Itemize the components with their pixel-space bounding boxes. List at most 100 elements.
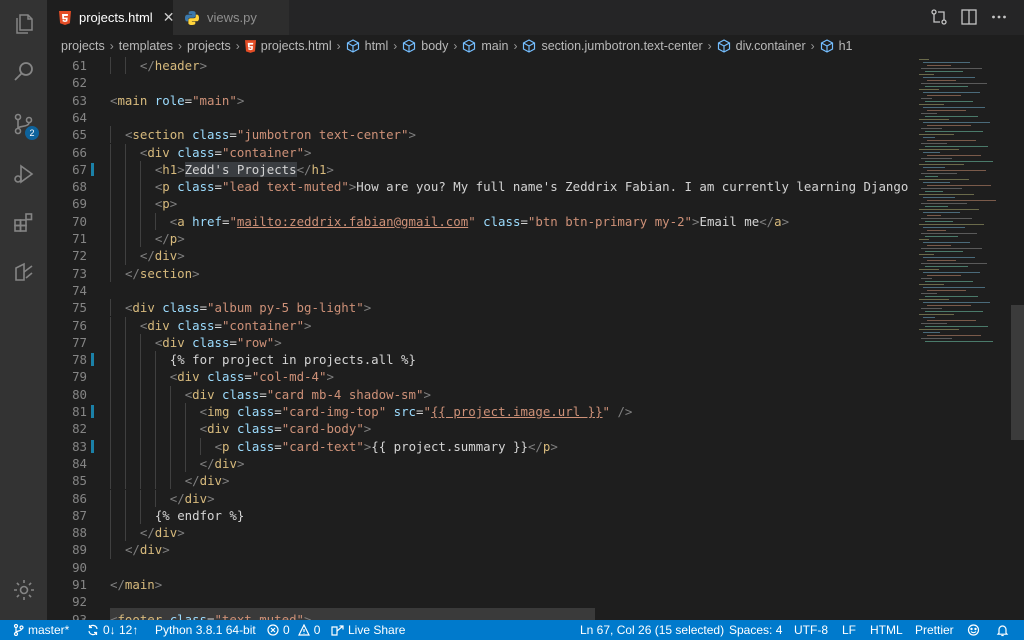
code-token: {% endfor %} bbox=[154, 507, 245, 523]
breadcrumb-item[interactable]: html bbox=[346, 39, 388, 53]
code-token: role bbox=[154, 92, 185, 108]
breadcrumb-item[interactable]: projects bbox=[187, 39, 231, 53]
code-text: </main> bbox=[110, 576, 162, 593]
code-line[interactable]: 73 </section> bbox=[47, 264, 915, 282]
code-line[interactable]: 87 {% endfor %} bbox=[47, 506, 915, 525]
search-icon[interactable] bbox=[0, 48, 47, 96]
tab-projects-html[interactable]: projects.html ✕ bbox=[47, 0, 174, 35]
code-line[interactable]: 80 <div class="card mb-4 shadow-sm"> bbox=[47, 385, 915, 403]
code-text: </div> bbox=[200, 455, 245, 472]
sync-status[interactable]: 0↓ 12↑ bbox=[87, 620, 138, 640]
code-line[interactable]: 66 <div class="container"> bbox=[47, 143, 915, 161]
indentation-status[interactable]: Spaces: 4 bbox=[729, 620, 782, 640]
eol-status[interactable]: LF bbox=[842, 620, 856, 640]
code-line[interactable]: 79 <div class="col-md-4"> bbox=[47, 368, 915, 386]
tab-views-py[interactable]: views.py bbox=[173, 0, 289, 35]
encoding-status[interactable]: UTF-8 bbox=[794, 620, 828, 640]
code-token: > bbox=[177, 525, 185, 541]
code-line[interactable]: 64 bbox=[47, 109, 915, 126]
breadcrumb-item[interactable]: main bbox=[462, 39, 508, 53]
code-line[interactable]: 83 <p class="card-text" > {{ project.summar… bbox=[47, 437, 915, 455]
indent-guide bbox=[184, 420, 186, 438]
code-line[interactable]: 63 <main role="main"> bbox=[47, 92, 915, 109]
cursor-position[interactable]: Ln 67, Col 26 (15 selected) bbox=[580, 620, 724, 640]
notifications-bell-icon[interactable] bbox=[996, 620, 1013, 640]
code-token: " bbox=[602, 404, 610, 419]
code-line[interactable]: 76 <div class="container"> bbox=[47, 316, 915, 334]
modified-gutter-marker bbox=[91, 405, 94, 418]
code-line[interactable]: 65 <section class="jumbotron text-center"… bbox=[47, 126, 915, 144]
breadcrumb-item[interactable]: projects bbox=[61, 39, 105, 53]
breadcrumb-item[interactable]: templates bbox=[119, 39, 173, 53]
code-line[interactable]: 62 bbox=[47, 74, 915, 91]
code-line[interactable]: 75 <div class="album py-5 bg-light"> bbox=[47, 299, 915, 317]
problems-status[interactable]: 0 0 bbox=[267, 620, 320, 640]
code-line[interactable]: 82 <div class="card-body"> bbox=[47, 420, 915, 438]
symbol-cube-icon bbox=[522, 39, 536, 53]
compare-changes-icon[interactable] bbox=[930, 8, 948, 26]
prettier-status[interactable]: Prettier bbox=[915, 620, 954, 640]
code-token: p bbox=[162, 196, 170, 212]
code-line[interactable]: 81 <img class="card-img-top" src="{{ proj… bbox=[47, 403, 915, 421]
modified-gutter-marker bbox=[91, 162, 94, 176]
code-line[interactable]: 85 </div> bbox=[47, 472, 915, 490]
code-token: = bbox=[244, 369, 252, 385]
python-interpreter[interactable]: Python 3.8.1 64-bit bbox=[155, 620, 256, 640]
code-token: > bbox=[781, 213, 790, 229]
extensions-icon[interactable] bbox=[0, 198, 47, 246]
indent-guide bbox=[184, 454, 186, 473]
settings-gear-icon[interactable] bbox=[0, 566, 47, 614]
html5-icon bbox=[244, 39, 256, 53]
code-token: = bbox=[229, 334, 237, 350]
code-line[interactable]: 90 bbox=[47, 559, 915, 576]
branch-status[interactable]: master* bbox=[13, 620, 69, 640]
code-token: " bbox=[229, 213, 237, 229]
code-token: = bbox=[274, 404, 282, 419]
code-line[interactable]: 69 <p> bbox=[47, 195, 915, 213]
source-control-icon[interactable]: 2 bbox=[0, 100, 47, 148]
feedback-icon[interactable] bbox=[966, 620, 985, 640]
minimap-line bbox=[921, 68, 982, 69]
code-token: </ bbox=[110, 577, 125, 592]
run-debug-icon[interactable] bbox=[0, 150, 47, 198]
code-line[interactable]: 91 </main> bbox=[47, 576, 915, 593]
minimap-line bbox=[927, 95, 961, 96]
code-token: < bbox=[199, 404, 208, 419]
code-token: div bbox=[184, 490, 208, 506]
language-mode[interactable]: HTML bbox=[870, 620, 903, 640]
chevron-right-icon: › bbox=[177, 39, 182, 53]
code-token: > bbox=[304, 144, 312, 160]
code-line[interactable]: 89 </div> bbox=[47, 541, 915, 559]
code-line[interactable]: 61 </header> bbox=[47, 57, 915, 75]
code-line[interactable]: 70 <a href="mailto:zeddrix.fabian@gmail.c… bbox=[47, 212, 915, 230]
scrollbar-thumb[interactable] bbox=[1011, 305, 1024, 440]
code-editor[interactable]: 61 </header> 62 63 <main role="main"> 64 65 <se… bbox=[47, 57, 915, 620]
code-line[interactable]: 92 bbox=[47, 593, 915, 610]
more-actions-icon[interactable] bbox=[990, 8, 1008, 26]
code-line[interactable]: 77 <div class="row"> bbox=[47, 333, 915, 352]
breadcrumb-item[interactable]: div.container bbox=[717, 39, 806, 53]
code-line[interactable]: 84 </div> bbox=[47, 454, 915, 473]
code-line[interactable]: 86 </div> bbox=[47, 489, 915, 507]
code-line[interactable]: 71 </p> bbox=[47, 230, 915, 248]
code-line[interactable]: 93 <footer class="text-muted"> bbox=[47, 611, 915, 620]
breadcrumb-item[interactable]: section.jumbotron.text-center bbox=[522, 39, 703, 53]
breadcrumb-item[interactable]: h1 bbox=[820, 39, 853, 53]
split-editor-icon[interactable] bbox=[960, 8, 978, 26]
explorer-icon[interactable] bbox=[0, 0, 47, 48]
code-line[interactable]: 88 </div> bbox=[47, 524, 915, 542]
breadcrumb-item[interactable]: body bbox=[402, 39, 448, 53]
code-line[interactable]: 74 bbox=[47, 282, 915, 299]
code-line[interactable]: 67 <h1>Zedd's Projects</h1> bbox=[47, 160, 915, 179]
code-token: section bbox=[132, 127, 193, 143]
minimap[interactable] bbox=[915, 57, 1011, 620]
warning-icon bbox=[297, 624, 310, 636]
remote-explorer-icon[interactable] bbox=[0, 248, 47, 296]
code-line[interactable]: 78 {% for project in projects.all %} bbox=[47, 351, 915, 369]
breadcrumb-item[interactable]: projects.html bbox=[244, 39, 332, 53]
code-line[interactable]: 72 </div> bbox=[47, 247, 915, 265]
minimap-line bbox=[919, 194, 974, 195]
live-share-button[interactable]: Live Share bbox=[331, 620, 405, 640]
code-line[interactable]: 68 <p class="lead text-muted">How are you… bbox=[47, 178, 915, 196]
indent-guide bbox=[169, 403, 171, 421]
